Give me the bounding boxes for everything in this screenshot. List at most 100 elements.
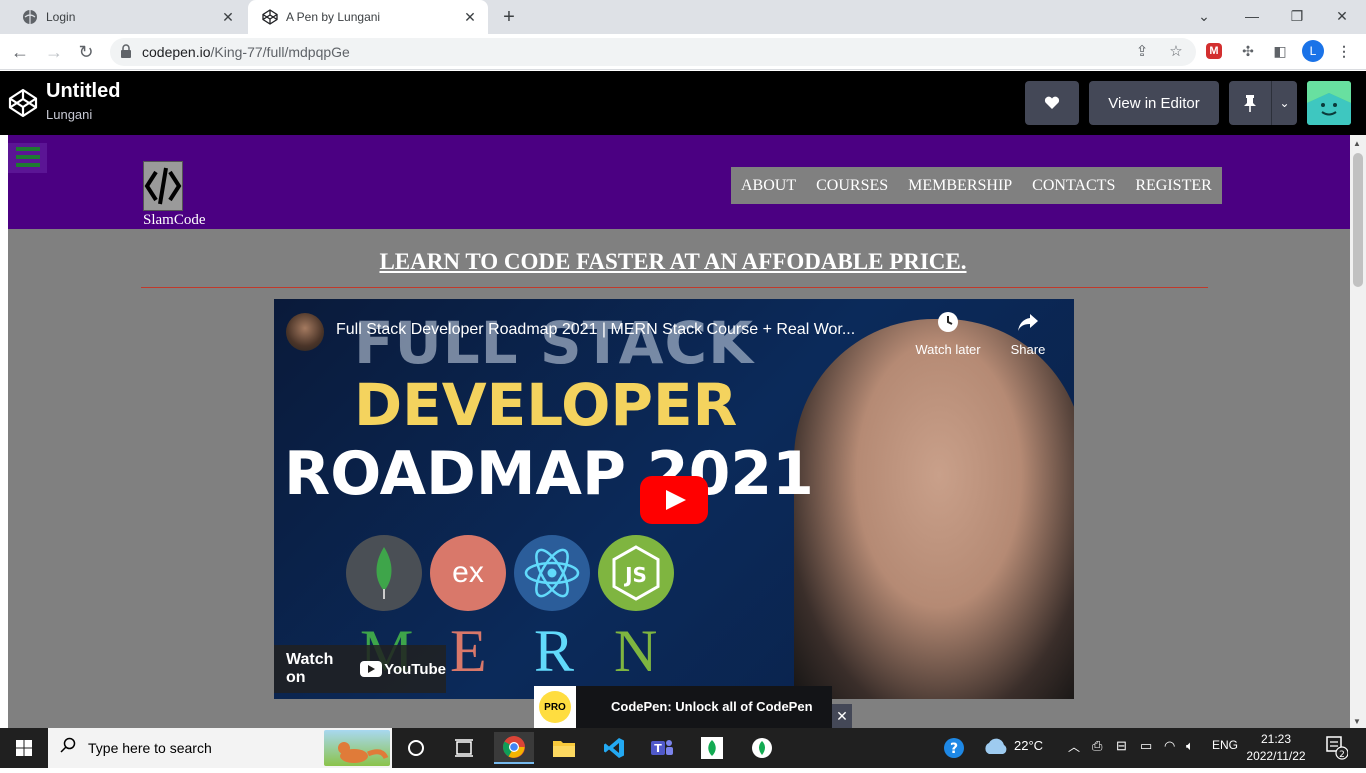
pen-author[interactable]: Lungani xyxy=(46,107,92,122)
meet-now-icon[interactable]: ⎙ xyxy=(1092,738,1102,754)
side-panel-icon[interactable]: ◧ xyxy=(1270,41,1290,61)
svg-text:T: T xyxy=(654,742,662,755)
codepen-header: Untitled Lungani View in Editor ⌄ xyxy=(0,71,1366,135)
start-button[interactable] xyxy=(0,728,48,768)
codepen-pro-banner[interactable]: PRO CodePen: Unlock all of CodePen xyxy=(534,686,832,728)
chrome-taskbar-icon[interactable] xyxy=(494,732,534,764)
tab-login[interactable]: Login ✕ xyxy=(8,0,246,34)
thumb-line-3: ROADMAP 2021 xyxy=(284,439,814,509)
more-menu-icon[interactable]: ⋮ xyxy=(1334,41,1354,61)
scrollbar[interactable]: ▲ ▼ xyxy=(1350,135,1366,728)
pen-preview: SlamCode ABOUT COURSES MEMBERSHIP CONTAC… xyxy=(0,135,1366,728)
codepen-logo-icon[interactable] xyxy=(8,88,38,118)
menu-item-about[interactable]: ABOUT xyxy=(741,177,796,195)
mern-letter-r: R xyxy=(534,618,575,684)
lock-icon xyxy=(121,44,131,58)
task-view-icon[interactable] xyxy=(444,732,484,764)
weather-cloud-icon[interactable] xyxy=(982,736,1008,759)
share-button[interactable]: Share xyxy=(988,311,1068,357)
help-icon[interactable]: ? xyxy=(942,736,966,763)
channel-avatar[interactable] xyxy=(286,313,324,351)
youtube-embed[interactable]: FULL STACK DEVELOPER ROADMAP 2021 ex JS … xyxy=(274,299,1074,699)
site-menu: ABOUT COURSES MEMBERSHIP CONTACTS REGIST… xyxy=(731,167,1222,204)
heart-button[interactable] xyxy=(1025,81,1079,125)
react-icon xyxy=(514,535,590,611)
nodejs-icon: JS xyxy=(598,535,674,611)
windows-taskbar: Type here to search T ? 22°C ︿ ⎙ ⊟ ▭ ◠ 🔈… xyxy=(0,728,1366,768)
forward-button[interactable]: → xyxy=(42,40,66,64)
video-title[interactable]: Full Stack Developer Roadmap 2021 | MERN… xyxy=(336,321,855,339)
mega-extension-icon[interactable]: M xyxy=(1206,43,1222,59)
bookmark-star-icon[interactable]: ☆ xyxy=(1166,42,1186,62)
mongodb-compass-icon[interactable] xyxy=(692,732,732,764)
clock-icon xyxy=(908,311,988,338)
pin-icon xyxy=(1244,95,1256,112)
pro-badge-icon: PRO xyxy=(534,686,576,728)
share-arrow-icon xyxy=(988,311,1068,338)
taskbar-clock[interactable]: 21:23 2022/11/22 xyxy=(1236,731,1316,765)
user-avatar[interactable] xyxy=(1307,81,1351,125)
play-button[interactable] xyxy=(640,476,708,524)
share-icon[interactable]: ⇪ xyxy=(1132,42,1152,62)
site-navbar: SlamCode ABOUT COURSES MEMBERSHIP CONTAC… xyxy=(8,135,1350,229)
youtube-label: YouTube xyxy=(384,660,446,678)
view-in-editor-button[interactable]: View in Editor xyxy=(1089,81,1219,125)
back-button[interactable]: ← xyxy=(8,40,32,64)
watch-on-label: Watch on xyxy=(286,651,334,686)
address-bar[interactable]: codepen.io/King-77/full/mdpqpGe ⇪ ☆ xyxy=(110,38,1196,66)
taskbar-search-box[interactable]: Type here to search xyxy=(48,728,392,768)
wifi-icon[interactable]: ◠ xyxy=(1164,738,1175,754)
new-tab-button[interactable]: + xyxy=(498,6,520,28)
pro-banner-text[interactable]: CodePen: Unlock all of CodePen xyxy=(611,699,813,714)
network-status-icon[interactable]: ⊟ xyxy=(1116,738,1127,754)
windows-logo-icon xyxy=(16,740,32,756)
reload-button[interactable]: ↻ xyxy=(74,40,98,64)
thumb-line-1: FULL STACK xyxy=(354,309,755,377)
mongodb-shell-icon[interactable] xyxy=(742,732,782,764)
youtube-logo-icon: YouTube xyxy=(360,661,446,678)
svg-text:?: ? xyxy=(950,741,958,757)
close-tab-icon[interactable]: ✕ xyxy=(462,9,478,25)
minimize-button[interactable]: — xyxy=(1238,4,1266,28)
site-logo-icon[interactable] xyxy=(143,161,183,211)
menu-item-courses[interactable]: COURSES xyxy=(816,177,888,195)
close-window-button[interactable]: ✕ xyxy=(1328,4,1356,28)
teams-icon[interactable]: T xyxy=(642,732,682,764)
close-banner-button[interactable]: ✕ xyxy=(832,704,852,728)
pin-dropdown-button[interactable]: ⌄ xyxy=(1271,81,1297,125)
menu-item-membership[interactable]: MEMBERSHIP xyxy=(908,177,1012,195)
scroll-up-icon[interactable]: ▲ xyxy=(1353,139,1361,148)
tab-codepen[interactable]: A Pen by Lungani ✕ xyxy=(248,0,488,34)
watch-on-youtube-button[interactable]: Watch on YouTube xyxy=(274,645,446,693)
volume-icon[interactable]: 🔈︎ xyxy=(1186,738,1194,754)
hamburger-menu-icon[interactable] xyxy=(8,143,47,173)
video-thumbnail-person xyxy=(794,319,1074,699)
restore-button[interactable]: ❐ xyxy=(1283,4,1311,28)
battery-icon[interactable]: ▭ xyxy=(1140,738,1152,754)
pin-button[interactable] xyxy=(1229,81,1271,125)
weather-temperature[interactable]: 22°C xyxy=(1014,738,1043,753)
mern-letter-n: N xyxy=(614,618,658,684)
watch-later-label: Watch later xyxy=(915,342,981,357)
tab-title: Login xyxy=(46,10,76,24)
scroll-thumb[interactable] xyxy=(1353,153,1363,287)
mongodb-icon xyxy=(346,535,422,611)
file-explorer-icon[interactable] xyxy=(544,732,584,764)
watch-later-button[interactable]: Watch later xyxy=(908,311,988,357)
show-hidden-icons[interactable]: ︿ xyxy=(1068,738,1080,755)
vscode-icon[interactable] xyxy=(594,732,634,764)
menu-item-contacts[interactable]: CONTACTS xyxy=(1032,177,1115,195)
mern-letter-e: E xyxy=(450,618,487,684)
menu-item-register[interactable]: REGISTER xyxy=(1135,177,1211,195)
cortana-icon[interactable] xyxy=(396,732,436,764)
profile-avatar[interactable]: L xyxy=(1302,40,1324,62)
scroll-down-icon[interactable]: ▼ xyxy=(1353,717,1361,726)
search-highlight-illustration xyxy=(324,730,390,766)
close-tab-icon[interactable]: ✕ xyxy=(220,9,236,25)
extensions-puzzle-icon[interactable]: ✣ xyxy=(1238,41,1258,61)
tab-search-icon[interactable]: ⌄ xyxy=(1190,4,1218,28)
site-name: SlamCode xyxy=(143,212,206,228)
action-center-icon[interactable]: 2 xyxy=(1324,734,1349,763)
input-language[interactable]: ENG xyxy=(1212,738,1238,752)
browser-tab-strip: Login ✕ A Pen by Lungani ✕ + ⌄ — ❐ ✕ xyxy=(0,0,1366,34)
